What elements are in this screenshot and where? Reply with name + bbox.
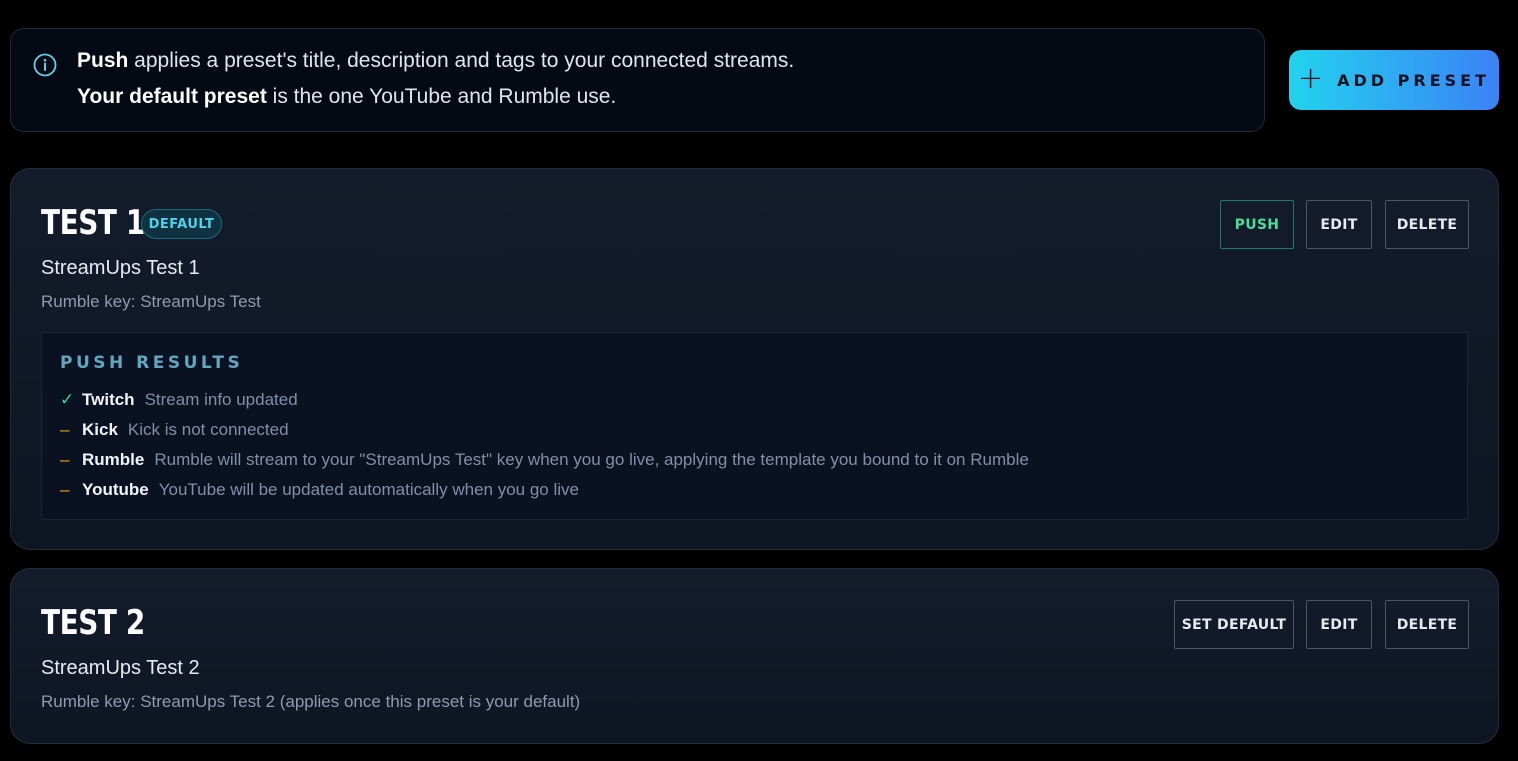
info-line-default: Your default preset is the one YouTube a… [77,85,616,109]
preset-rumble-key: Rumble key: StreamUps Test 2 (applies on… [41,692,581,711]
info-text-default: is the one YouTube and Rumble use. [266,85,617,108]
delete-button[interactable]: DELETE [1385,200,1469,249]
preset-rumble-key: Rumble key: StreamUps Test [41,292,261,311]
preset-card-test-1: TEST 1 DEFAULT StreamUps Test 1 Rumble k… [10,168,1499,550]
dash-icon: – [60,420,70,439]
add-preset-button[interactable]: + ADD PRESET [1289,50,1499,110]
push-results-heading: PUSH RESULTS [60,353,244,373]
result-row-twitch: ✓ Twitch Stream info updated [60,388,298,412]
push-button[interactable]: PUSH [1220,200,1294,249]
dash-icon: – [60,450,70,469]
info-banner: Push applies a preset's title, descripti… [10,28,1265,132]
info-icon [33,53,57,77]
result-message: Kick is not connected [127,420,289,439]
plus-icon: + [1298,60,1324,96]
result-message: Rumble will stream to your "StreamUps Te… [154,450,1029,469]
preset-card-test-2: TEST 2 StreamUps Test 2 Rumble key: Stre… [10,568,1499,744]
result-row-youtube: – Youtube YouTube will be updated automa… [60,478,579,502]
info-text-push: applies a preset's title, description an… [128,49,795,72]
info-keyword-default: Your default preset [77,85,267,108]
edit-button[interactable]: EDIT [1306,600,1372,649]
preset-subtitle: StreamUps Test 2 [41,657,200,679]
default-badge: DEFAULT [141,209,222,239]
set-default-button[interactable]: SET DEFAULT [1174,600,1294,649]
preset-subtitle: StreamUps Test 1 [41,257,200,279]
preset-title: TEST 1 [41,203,145,243]
edit-button[interactable]: EDIT [1306,200,1372,249]
push-results-panel: PUSH RESULTS ✓ Twitch Stream info update… [41,332,1468,520]
check-icon: ✓ [60,390,75,409]
result-row-rumble: – Rumble Rumble will stream to your "Str… [60,448,1029,472]
result-message: YouTube will be updated automatically wh… [158,480,579,499]
result-platform: Rumble [82,450,145,469]
presets-page: Push applies a preset's title, descripti… [0,0,1518,761]
preset-title: TEST 2 [41,603,145,643]
info-line-push: Push applies a preset's title, descripti… [77,49,794,73]
result-platform: Youtube [82,480,149,499]
delete-button[interactable]: DELETE [1385,600,1469,649]
dash-icon: – [60,480,70,499]
info-keyword-push: Push [77,49,129,72]
result-row-kick: – Kick Kick is not connected [60,418,289,442]
add-preset-label: ADD PRESET [1337,70,1490,90]
result-message: Stream info updated [144,390,298,409]
result-platform: Kick [82,420,118,439]
result-platform: Twitch [82,390,135,409]
